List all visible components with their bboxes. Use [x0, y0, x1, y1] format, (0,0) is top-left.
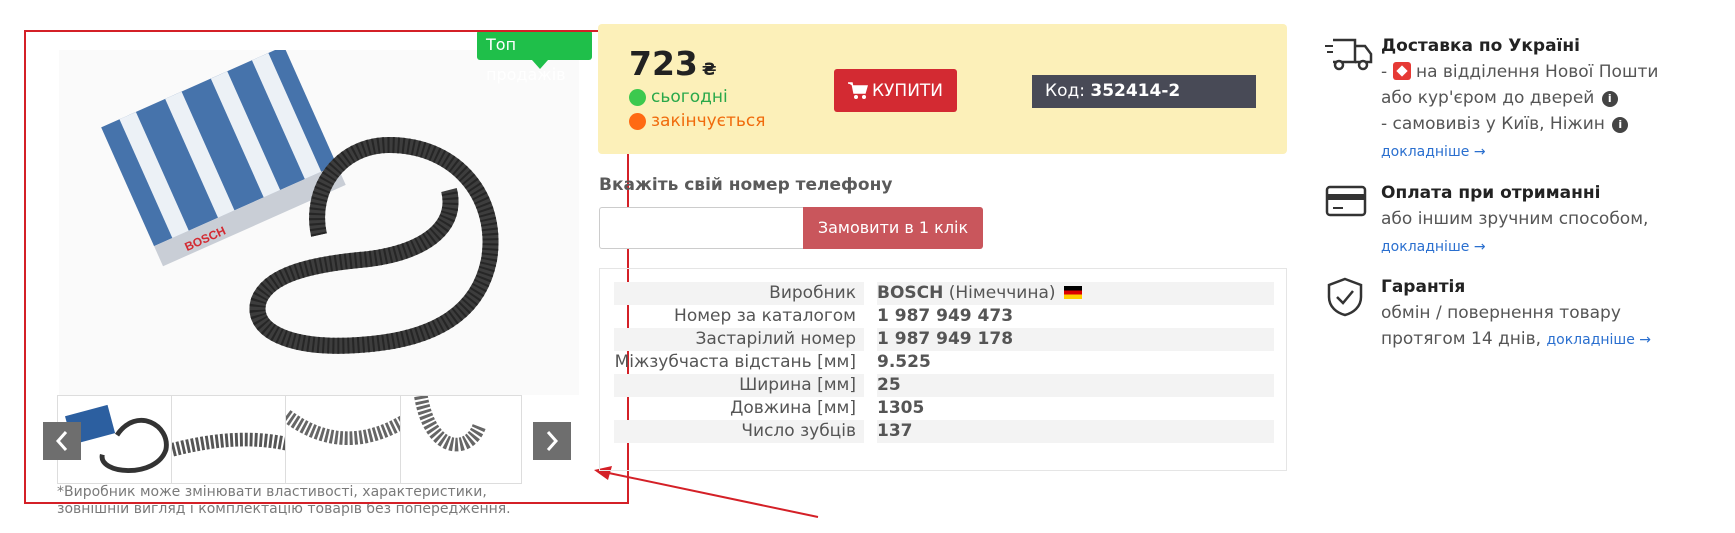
- germany-flag-icon: [1063, 286, 1082, 299]
- warranty-more-link[interactable]: докладніше →: [1546, 332, 1651, 348]
- delivery-title: Доставка по Україні: [1381, 36, 1580, 56]
- product-gallery: BOSCH Топ продажів *Виробник може змінюв…: [43, 30, 592, 517]
- delivery-line-3: - самовивіз у Київ, Ніжин i: [1381, 114, 1629, 134]
- spec-note: (Німеччина): [948, 283, 1056, 303]
- stock-ending: закінчується: [629, 111, 766, 131]
- price-panel: 723 ₴ сьогодні закінчується КУПИТИ Код: 3…: [598, 24, 1287, 154]
- delivery-truck-icon: [1325, 38, 1373, 71]
- warranty-line-2-text: протягом 14 днів,: [1381, 329, 1542, 349]
- spec-label: Довжина [мм]: [730, 398, 856, 418]
- info-icon[interactable]: i: [1601, 91, 1618, 107]
- spec-value: 9.525: [877, 351, 1274, 374]
- spec-label: Міжзубчаста відстань [мм]: [614, 352, 856, 372]
- spec-row: Міжзубчаста відстань [мм] 9.525: [614, 351, 1274, 374]
- thumbnail-4[interactable]: [400, 395, 522, 484]
- orange-dot-icon: [629, 112, 646, 130]
- price: 723 ₴: [629, 44, 717, 83]
- code-value: 352414-2: [1090, 81, 1181, 101]
- spec-value: 137: [877, 420, 1274, 443]
- credit-card-icon: [1325, 185, 1367, 217]
- spec-value: 1305: [877, 397, 1274, 420]
- delivery-line-1-prefix: -: [1381, 62, 1388, 82]
- thumbnail-strip: [57, 395, 572, 485]
- thumbnail-2[interactable]: [171, 395, 293, 484]
- spec-row: Виробник BOSCH (Німеччина): [614, 282, 1274, 305]
- spec-label: Ширина [мм]: [614, 374, 864, 397]
- currency-sign: ₴: [701, 60, 717, 80]
- spec-row: Число зубців 137: [614, 420, 1274, 443]
- payment-line-1: або іншим зручним способом,: [1381, 209, 1649, 229]
- buy-button-label: КУПИТИ: [871, 80, 944, 101]
- buy-button[interactable]: КУПИТИ: [834, 69, 957, 112]
- spec-label: Номер за каталогом: [674, 306, 856, 326]
- spec-row: Номер за каталогом 1 987 949 473: [614, 305, 1274, 328]
- spec-value: BOSCH (Німеччина): [877, 282, 1274, 305]
- warranty-line-1: обмін / повернення товару: [1381, 303, 1621, 323]
- one-click-order-button[interactable]: Замовити в 1 клік: [803, 207, 983, 249]
- delivery-line-2-text: або кур'єром до дверей: [1381, 88, 1595, 108]
- spec-label: Число зубців: [614, 420, 864, 443]
- gallery-prev-button[interactable]: [43, 422, 81, 460]
- spec-value-text: 1 987 949 178: [877, 329, 1014, 349]
- warranty-title: Гарантія: [1381, 277, 1466, 297]
- cart-icon: [847, 81, 868, 99]
- spec-row: Ширина [мм] 25: [614, 374, 1274, 397]
- spec-row: Застарілий номер 1 987 949 178: [614, 328, 1274, 351]
- nova-poshta-icon: [1392, 62, 1411, 80]
- delivery-line-1: - на відділення Нової Пошти: [1381, 62, 1658, 82]
- spec-value-text: 9.525: [877, 352, 931, 372]
- spec-value-text: 25: [877, 375, 901, 395]
- spec-value-text: 137: [877, 421, 913, 441]
- thumbnail-3[interactable]: [285, 395, 407, 484]
- spec-value: 1 987 949 473: [877, 305, 1274, 328]
- delivery-line-2: або кур'єром до дверей i: [1381, 88, 1618, 108]
- product-code: Код: 352414-2: [1032, 75, 1256, 108]
- spec-value: 25: [877, 374, 1274, 397]
- phone-label: Вкажіть свій номер телефону: [599, 175, 893, 195]
- green-dot-icon: [629, 88, 646, 106]
- info-icon[interactable]: i: [1612, 117, 1629, 133]
- stock-today: сьогодні: [629, 87, 728, 107]
- code-label: Код:: [1045, 81, 1085, 101]
- spec-value-text: 1 987 949 473: [877, 306, 1014, 326]
- stock-today-label: сьогодні: [651, 87, 728, 107]
- chevron-right-icon: [546, 431, 559, 451]
- spec-label: Застарілий номер: [614, 328, 864, 351]
- delivery-more-link[interactable]: докладніше →: [1381, 144, 1486, 160]
- top-sales-badge: Топ продажів: [477, 30, 592, 84]
- stock-ending-label: закінчується: [651, 111, 766, 131]
- spec-value-text: 1305: [877, 398, 925, 418]
- price-value: 723: [629, 44, 698, 83]
- chevron-left-icon: [55, 431, 68, 451]
- spec-value: 1 987 949 178: [877, 328, 1274, 351]
- gallery-next-button[interactable]: [533, 422, 571, 460]
- payment-title: Оплата при отриманні: [1381, 183, 1601, 203]
- delivery-line-3-text: - самовивіз у Київ, Ніжин: [1381, 114, 1605, 134]
- shield-check-icon: [1327, 277, 1363, 317]
- manufacturer-disclaimer: *Виробник може змінювати властивості, ха…: [57, 484, 511, 517]
- spec-row: Довжина [мм] 1305: [614, 397, 1274, 420]
- phone-input[interactable]: [599, 207, 803, 249]
- spec-label: Виробник: [614, 282, 864, 305]
- spec-value-text: BOSCH: [877, 283, 944, 303]
- payment-more-link[interactable]: докладніше →: [1381, 239, 1486, 255]
- delivery-line-1-text: на відділення Нової Пошти: [1415, 62, 1659, 82]
- warranty-line-2: протягом 14 днів, докладніше →: [1381, 329, 1651, 349]
- main-product-photo[interactable]: BOSCH: [59, 46, 579, 395]
- specs-table: Виробник BOSCH (Німеччина) Номер за ката…: [599, 268, 1287, 471]
